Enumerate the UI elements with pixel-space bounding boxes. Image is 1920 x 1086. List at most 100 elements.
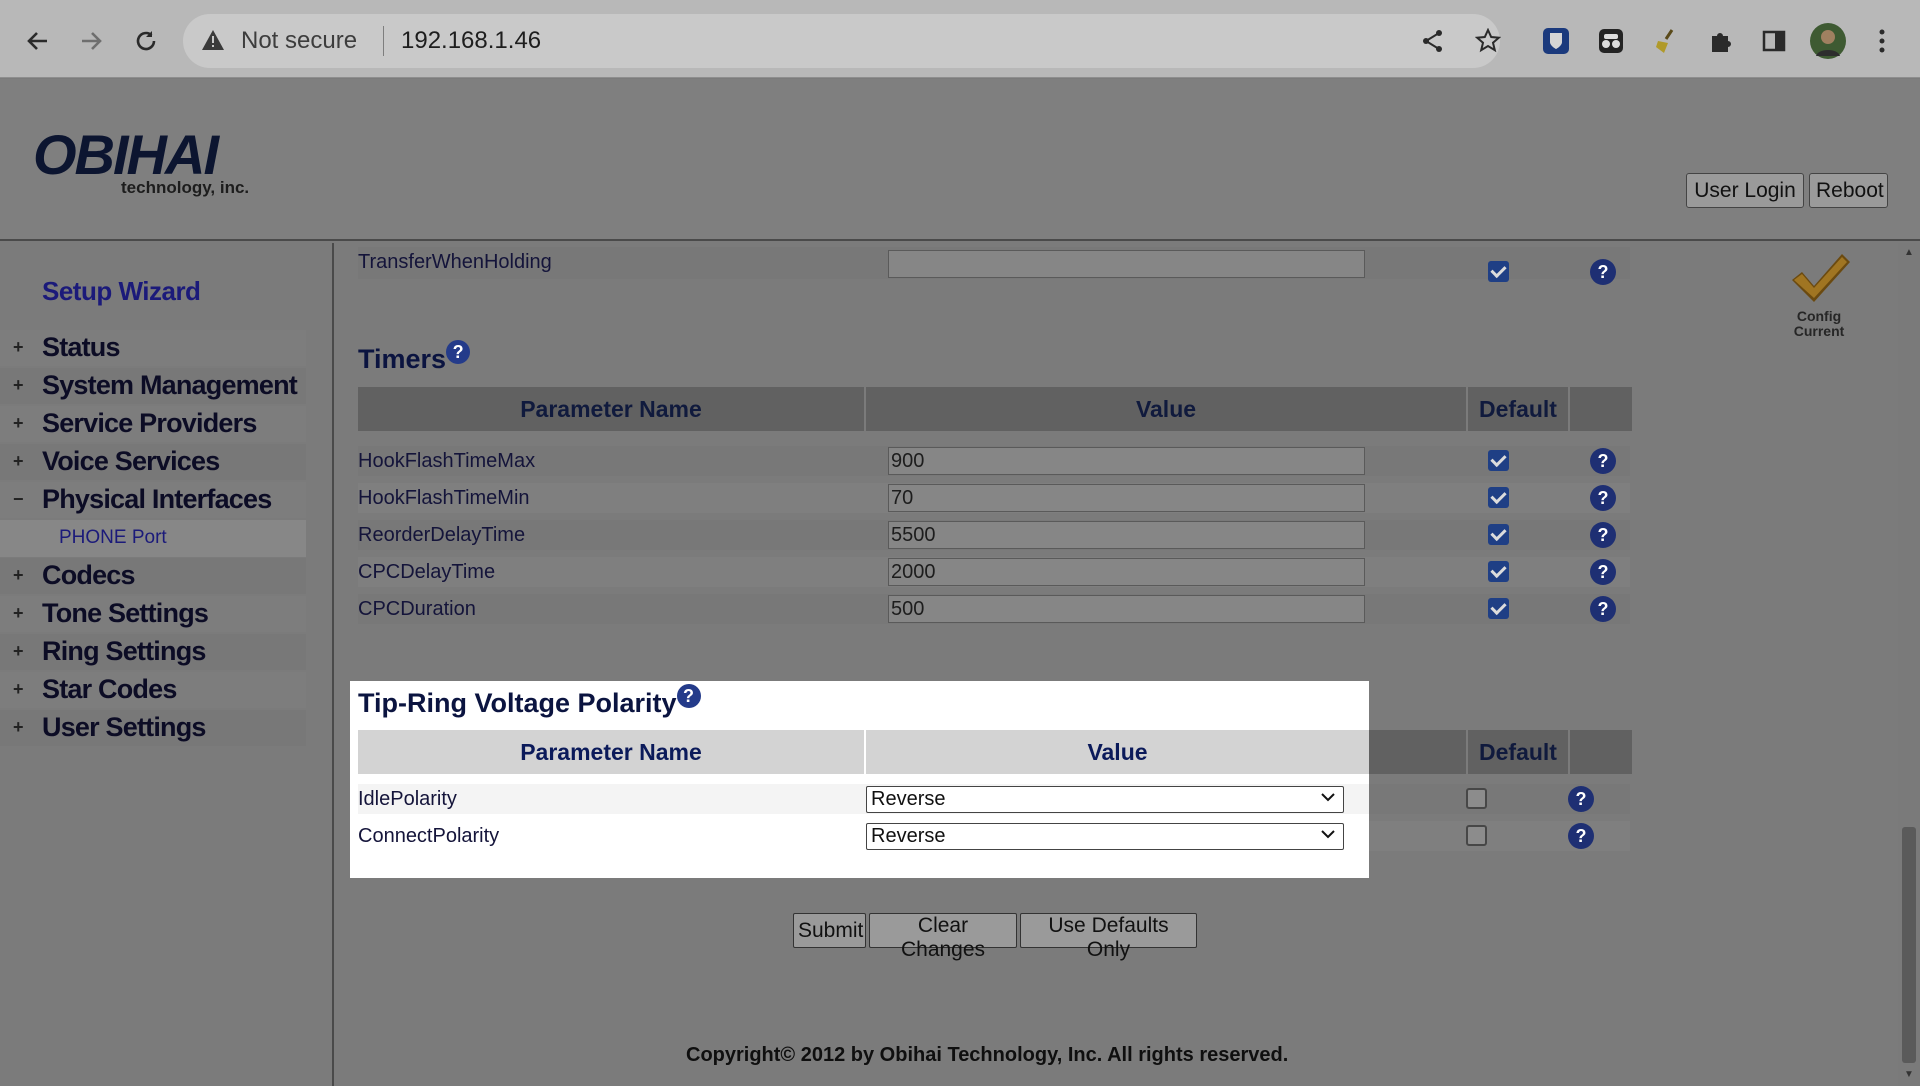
scroll-thumb[interactable]	[1902, 827, 1916, 1063]
sidebar-item-label[interactable]: Voice Services	[42, 446, 220, 477]
connect-polarity-select[interactable]: Reverse	[866, 823, 1344, 850]
use-defaults-button[interactable]: Use Defaults Only	[1020, 913, 1197, 961]
help-icon[interactable]: ?	[1590, 448, 1616, 474]
help-icon[interactable]: ?	[1590, 559, 1616, 585]
sidebar-item-label[interactable]: Star Codes	[42, 674, 177, 705]
sidebar-item-label[interactable]: Ring Settings	[42, 636, 206, 667]
expand-icon[interactable]: +	[13, 679, 24, 700]
incognito-extension-icon[interactable]	[1591, 21, 1631, 61]
sidebar-item-label[interactable]: Service Providers	[42, 408, 257, 439]
idle-polarity-select[interactable]: Reverse	[866, 786, 1344, 813]
sidebar-item-label[interactable]: Status	[42, 332, 121, 363]
bitwarden-extension-icon[interactable]	[1536, 21, 1576, 61]
security-label[interactable]: Not secure	[241, 27, 357, 55]
param-value-input[interactable]	[888, 595, 1365, 623]
sidebar-item-label[interactable]: Physical Interfaces	[42, 484, 272, 515]
extensions-puzzle-icon[interactable]	[1701, 21, 1741, 61]
help-icon[interactable]: ?	[1590, 596, 1616, 622]
help-icon[interactable]: ?	[1590, 522, 1616, 548]
scroll-down-icon[interactable]: ▼	[1904, 1069, 1914, 1080]
help-icon[interactable]: ?	[1590, 259, 1616, 285]
help-icon[interactable]: ?	[1568, 786, 1594, 812]
bookmark-star-icon[interactable]	[1468, 21, 1508, 61]
sidebar-item-voice-services[interactable]: + Voice Services	[0, 444, 306, 480]
expand-icon[interactable]: +	[13, 337, 24, 358]
address-bar[interactable]: Not secure 192.168.1.46	[183, 14, 1500, 68]
expand-icon[interactable]: +	[13, 717, 24, 738]
sidebar-item-codecs[interactable]: + Codecs	[0, 558, 306, 594]
page-scrollbar[interactable]: ▲ ▼	[1898, 243, 1920, 1086]
sidebar-item-label[interactable]: Tone Settings	[42, 598, 209, 629]
table-row-tail: ?	[1369, 821, 1630, 851]
table-row: HookFlashTimeMin ?	[358, 483, 1630, 513]
expand-icon[interactable]: +	[13, 451, 24, 472]
param-value-input[interactable]	[888, 558, 1365, 586]
forward-icon[interactable]	[71, 21, 111, 61]
scroll-up-icon[interactable]: ▲	[1904, 247, 1914, 258]
column-header-parameter-name: Parameter Name	[358, 387, 864, 431]
sidebar-item-ring-settings[interactable]: + Ring Settings	[0, 634, 306, 670]
help-icon[interactable]: ?	[676, 684, 701, 708]
side-panel-icon[interactable]	[1754, 21, 1794, 61]
submit-button[interactable]: Submit	[793, 913, 866, 948]
default-checkbox[interactable]	[1488, 487, 1509, 508]
chevron-down-icon	[1321, 789, 1335, 806]
sidebar-item-tone-settings[interactable]: + Tone Settings	[0, 596, 306, 632]
setup-wizard-link[interactable]: Setup Wizard	[42, 276, 201, 307]
expand-icon[interactable]: +	[13, 413, 24, 434]
default-checkbox[interactable]	[1466, 788, 1487, 809]
sidebar-item-star-codes[interactable]: + Star Codes	[0, 672, 306, 708]
sidebar-item-label[interactable]: Codecs	[42, 560, 136, 591]
default-checkbox[interactable]	[1488, 598, 1509, 619]
expand-icon[interactable]: +	[13, 565, 24, 586]
default-checkbox[interactable]	[1488, 450, 1509, 471]
sidebar-item-physical-interfaces[interactable]: − Physical Interfaces	[0, 482, 306, 518]
share-icon[interactable]	[1413, 21, 1453, 61]
sidebar-item-user-settings[interactable]: + User Settings	[0, 710, 306, 746]
sidebar-item-status[interactable]: + Status	[0, 330, 306, 366]
sidebar-item-system-management[interactable]: + System Management	[0, 368, 306, 404]
expand-icon[interactable]: +	[13, 603, 24, 624]
expand-icon[interactable]: +	[13, 375, 24, 396]
reload-icon[interactable]	[126, 21, 166, 61]
column-header-value-overflow	[1369, 730, 1466, 774]
back-icon[interactable]	[18, 21, 58, 61]
logo-tagline: technology, inc.	[121, 178, 250, 197]
param-value-input[interactable]	[888, 521, 1365, 549]
table-row: ReorderDelayTime ?	[358, 520, 1630, 550]
help-icon[interactable]: ?	[1568, 823, 1594, 849]
param-name: TransferWhenHolding	[358, 251, 552, 273]
param-value-input[interactable]	[888, 250, 1365, 278]
default-checkbox[interactable]	[1488, 524, 1509, 545]
table-row: ConnectPolarity Reverse	[358, 821, 1369, 851]
column-header-help	[1570, 730, 1632, 774]
help-icon[interactable]: ?	[1590, 485, 1616, 511]
default-checkbox[interactable]	[1488, 561, 1509, 582]
param-value-input[interactable]	[888, 484, 1365, 512]
table-row: HookFlashTimeMax ?	[358, 446, 1630, 476]
user-login-button[interactable]: User Login	[1686, 173, 1804, 208]
url-text[interactable]: 192.168.1.46	[401, 27, 541, 55]
sidebar-item-label[interactable]: System Management	[42, 370, 298, 401]
param-name: HookFlashTimeMin	[358, 487, 530, 509]
table-row-tail: ?	[1369, 784, 1630, 814]
param-name: ConnectPolarity	[358, 825, 500, 847]
default-checkbox[interactable]	[1466, 825, 1487, 846]
expand-icon[interactable]: +	[13, 641, 24, 662]
broom-extension-icon[interactable]	[1646, 21, 1686, 61]
browser-toolbar: Not secure 192.168.1.46	[0, 0, 1920, 78]
help-icon[interactable]: ?	[446, 340, 471, 364]
clear-changes-button[interactable]: Clear Changes	[869, 913, 1017, 961]
sidebar-item-label[interactable]: User Settings	[42, 712, 206, 743]
reboot-button[interactable]: Reboot	[1809, 173, 1888, 208]
browser-menu-icon[interactable]	[1862, 21, 1902, 61]
sidebar-subitem-label[interactable]: PHONE Port	[59, 527, 167, 549]
default-checkbox[interactable]	[1488, 261, 1509, 282]
profile-avatar-icon[interactable]	[1808, 21, 1848, 61]
param-value-input[interactable]	[888, 447, 1365, 475]
sidebar-subitem-phone-port[interactable]: PHONE Port	[0, 520, 306, 557]
collapse-icon[interactable]: −	[13, 489, 24, 510]
table-row: IdlePolarity Reverse	[358, 784, 1369, 814]
sidebar-item-service-providers[interactable]: + Service Providers	[0, 406, 306, 442]
section-title-text: Timers	[358, 344, 447, 374]
